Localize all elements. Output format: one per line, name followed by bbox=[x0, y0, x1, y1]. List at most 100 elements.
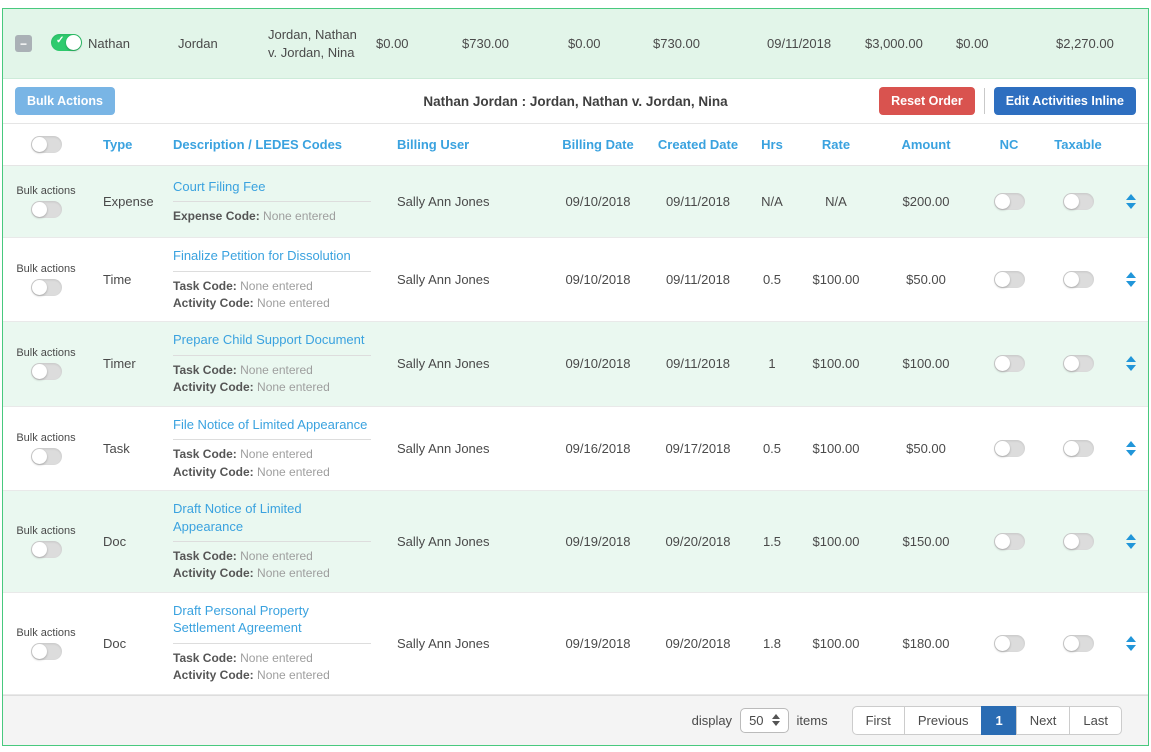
per-page-select[interactable]: 50 bbox=[740, 708, 788, 733]
taxable-cell bbox=[1042, 440, 1114, 457]
activity-description-cell: File Notice of Limited Appearance Task C… bbox=[155, 416, 383, 481]
code-line: Activity Code: None entered bbox=[173, 667, 371, 684]
nc-toggle[interactable] bbox=[994, 533, 1025, 550]
code-line: Activity Code: None entered bbox=[173, 565, 371, 582]
amount-value: $200.00 bbox=[876, 194, 976, 209]
column-header-description[interactable]: Description / LEDES Codes bbox=[155, 137, 383, 152]
activity-title-link[interactable]: Draft Personal Property Settlement Agree… bbox=[173, 602, 371, 644]
matter-summary-row[interactable]: − ✓ Nathan Jordan Jordan, Nathan v. Jord… bbox=[3, 9, 1148, 79]
nc-toggle[interactable] bbox=[994, 193, 1025, 210]
sort-arrows-icon[interactable] bbox=[1126, 194, 1136, 209]
taxable-toggle[interactable] bbox=[1063, 533, 1094, 550]
collapse-cell: − bbox=[15, 35, 51, 52]
billing-date: 09/10/2018 bbox=[548, 194, 648, 209]
arrow-down-icon bbox=[1126, 450, 1136, 456]
taxable-toggle[interactable] bbox=[1063, 355, 1094, 372]
sort-arrows-icon[interactable] bbox=[1126, 441, 1136, 456]
edit-activities-inline-button[interactable]: Edit Activities Inline bbox=[994, 87, 1136, 115]
activity-title-link[interactable]: Court Filing Fee bbox=[173, 178, 371, 203]
bulk-actions-button[interactable]: Bulk Actions bbox=[15, 87, 115, 115]
ledes-codes: Task Code: None enteredActivity Code: No… bbox=[173, 362, 371, 397]
sort-arrows-icon[interactable] bbox=[1126, 534, 1136, 549]
column-header-type[interactable]: Type bbox=[89, 137, 155, 152]
billing-user: Sally Ann Jones bbox=[383, 356, 548, 371]
activities-toolbar: Bulk Actions Nathan Jordan : Jordan, Nat… bbox=[3, 79, 1148, 123]
ledes-codes: Task Code: None enteredActivity Code: No… bbox=[173, 278, 371, 313]
nc-cell bbox=[976, 355, 1042, 372]
bulk-select-toggle[interactable] bbox=[31, 541, 62, 558]
column-header-hrs[interactable]: Hrs bbox=[748, 137, 796, 152]
rate-value: $100.00 bbox=[796, 441, 876, 456]
activity-row: Bulk actions Task File Notice of Limited… bbox=[3, 407, 1148, 491]
bulk-actions-label: Bulk actions bbox=[16, 627, 75, 639]
bulk-actions-label: Bulk actions bbox=[16, 263, 75, 275]
bulk-actions-cell: Bulk actions bbox=[3, 185, 89, 218]
sort-arrows-icon[interactable] bbox=[1126, 636, 1136, 651]
sort-arrows-icon[interactable] bbox=[1126, 272, 1136, 287]
code-line: Task Code: None entered bbox=[173, 650, 371, 667]
column-header-amount[interactable]: Amount bbox=[876, 137, 976, 152]
activity-type: Timer bbox=[89, 356, 155, 371]
arrow-up-icon bbox=[1126, 194, 1136, 200]
nc-cell bbox=[976, 193, 1042, 210]
sort-arrows-icon[interactable] bbox=[1126, 356, 1136, 371]
arrow-down-icon bbox=[1126, 645, 1136, 651]
select-all-toggle[interactable] bbox=[31, 136, 62, 153]
reset-order-button[interactable]: Reset Order bbox=[879, 87, 975, 115]
created-date: 09/11/2018 bbox=[648, 194, 748, 209]
arrow-down-icon bbox=[1126, 203, 1136, 209]
nc-toggle[interactable] bbox=[994, 271, 1025, 288]
code-line: Activity Code: None entered bbox=[173, 464, 371, 481]
column-header-rate[interactable]: Rate bbox=[796, 137, 876, 152]
column-header-created-date[interactable]: Created Date bbox=[648, 137, 748, 152]
activity-description-cell: Court Filing Fee Expense Code: None ente… bbox=[155, 178, 383, 226]
taxable-cell bbox=[1042, 355, 1114, 372]
taxable-toggle[interactable] bbox=[1063, 271, 1094, 288]
created-date: 09/20/2018 bbox=[648, 534, 748, 549]
nc-toggle[interactable] bbox=[994, 355, 1025, 372]
taxable-toggle[interactable] bbox=[1063, 635, 1094, 652]
nc-toggle[interactable] bbox=[994, 440, 1025, 457]
arrow-down-icon bbox=[1126, 543, 1136, 549]
column-header-taxable[interactable]: Taxable bbox=[1042, 137, 1114, 152]
taxable-toggle[interactable] bbox=[1063, 440, 1094, 457]
activity-title-link[interactable]: Finalize Petition for Dissolution bbox=[173, 247, 371, 272]
activity-title-link[interactable]: File Notice of Limited Appearance bbox=[173, 416, 371, 441]
column-header-nc[interactable]: NC bbox=[976, 137, 1042, 152]
billing-user: Sally Ann Jones bbox=[383, 441, 548, 456]
amount-value: $50.00 bbox=[876, 272, 976, 287]
rate-value: N/A bbox=[796, 194, 876, 209]
matter-enabled-toggle[interactable]: ✓ bbox=[51, 34, 82, 51]
code-line: Task Code: None entered bbox=[173, 278, 371, 295]
arrow-up-icon bbox=[1126, 356, 1136, 362]
nc-toggle[interactable] bbox=[994, 635, 1025, 652]
nc-cell bbox=[976, 533, 1042, 550]
reorder-cell bbox=[1114, 194, 1148, 209]
bulk-select-toggle[interactable] bbox=[31, 279, 62, 296]
reorder-cell bbox=[1114, 534, 1148, 549]
billing-user: Sally Ann Jones bbox=[383, 636, 548, 651]
taxable-toggle[interactable] bbox=[1063, 193, 1094, 210]
hours-value: 0.5 bbox=[748, 272, 796, 287]
taxable-cell bbox=[1042, 635, 1114, 652]
page-button-last[interactable]: Last bbox=[1069, 706, 1122, 735]
hours-value: 1.8 bbox=[748, 636, 796, 651]
billing-date: 09/10/2018 bbox=[548, 356, 648, 371]
arrow-up-icon bbox=[1126, 272, 1136, 278]
page-button-next[interactable]: Next bbox=[1016, 706, 1071, 735]
bulk-select-toggle[interactable] bbox=[31, 201, 62, 218]
page-button-first[interactable]: First bbox=[852, 706, 905, 735]
column-header-billing-user[interactable]: Billing User bbox=[383, 137, 548, 152]
column-header-billing-date[interactable]: Billing Date bbox=[548, 137, 648, 152]
hours-value: 1 bbox=[748, 356, 796, 371]
activity-title-link[interactable]: Draft Notice of Limited Appearance bbox=[173, 500, 371, 542]
page-button-1[interactable]: 1 bbox=[981, 706, 1016, 735]
activity-title-link[interactable]: Prepare Child Support Document bbox=[173, 331, 371, 356]
bulk-select-toggle[interactable] bbox=[31, 363, 62, 380]
summary-date: 09/11/2018 bbox=[767, 36, 865, 51]
collapse-row-button[interactable]: − bbox=[15, 35, 32, 52]
bulk-select-toggle[interactable] bbox=[31, 643, 62, 660]
created-date: 09/20/2018 bbox=[648, 636, 748, 651]
bulk-select-toggle[interactable] bbox=[31, 448, 62, 465]
page-button-previous[interactable]: Previous bbox=[904, 706, 983, 735]
